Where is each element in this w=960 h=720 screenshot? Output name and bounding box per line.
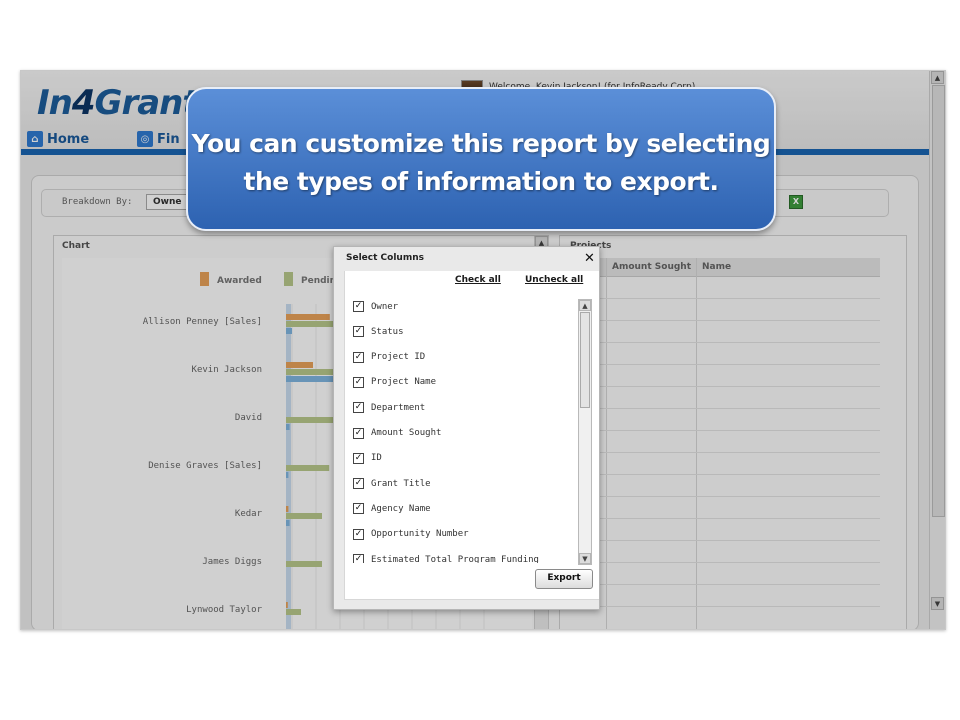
column-option-label: Owner	[371, 301, 399, 312]
callout-text: You can customize this report by selecti…	[188, 125, 774, 201]
checkbox[interactable]: ✓	[353, 326, 364, 338]
column-option[interactable]: ✓ Department	[353, 402, 426, 414]
uncheck-all-link[interactable]: Uncheck all	[525, 275, 583, 285]
checkbox[interactable]: ✓	[353, 376, 364, 388]
column-option-label: Grant Title	[371, 478, 431, 489]
checkbox[interactable]: ✓	[353, 402, 364, 414]
checklist-scrollbar[interactable]: ▲ ▼	[578, 299, 592, 565]
checklist-scroll-thumb[interactable]	[580, 312, 590, 408]
column-option[interactable]: ✓ ID	[353, 452, 382, 464]
column-option-label: Opportunity Number	[371, 529, 469, 540]
checkbox[interactable]: ✓	[353, 427, 364, 439]
column-option[interactable]: ✓ Grant Title	[353, 478, 431, 490]
checkbox[interactable]: ✓	[353, 503, 364, 515]
column-option-label: Department	[371, 402, 426, 413]
callout-line-2: the types of information to export.	[243, 167, 719, 196]
select-columns-dialog: Select Columns ✕ Check all Uncheck all ✓…	[333, 246, 600, 610]
column-option[interactable]: ✓ Project ID	[353, 351, 426, 363]
column-option-label: ID	[371, 453, 382, 464]
column-option-label: Project Name	[371, 377, 437, 388]
tutorial-callout: You can customize this report by selecti…	[186, 87, 776, 231]
column-option[interactable]: ✓ Estimated Total Program Funding	[353, 554, 539, 563]
callout-line-1: You can customize this report by selecti…	[191, 129, 771, 158]
checkbox[interactable]: ✓	[353, 301, 364, 312]
column-option-label: Agency Name	[371, 503, 431, 514]
checkbox[interactable]: ✓	[353, 528, 364, 540]
column-option[interactable]: ✓ Status	[353, 326, 404, 338]
check-all-link[interactable]: Check all	[455, 275, 501, 285]
checkbox[interactable]: ✓	[353, 452, 364, 464]
column-option-label: Amount Sought	[371, 428, 442, 438]
export-button[interactable]: Export	[535, 569, 593, 589]
column-option[interactable]: ✓ Owner	[353, 301, 398, 312]
column-option-label: Estimated Total Program Funding	[371, 554, 539, 564]
column-option[interactable]: ✓ Amount Sought	[353, 427, 442, 439]
checkbox[interactable]: ✓	[353, 478, 364, 490]
checkbox[interactable]: ✓	[353, 554, 364, 563]
column-checklist: ✓ Owner ✓ Status ✓ Project ID ✓ Project Name ✓ De…	[345, 301, 573, 563]
column-option[interactable]: ✓ Opportunity Number	[353, 528, 469, 540]
column-option[interactable]: ✓ Agency Name	[353, 503, 431, 515]
checklist-scroll-up-icon[interactable]: ▲	[579, 300, 591, 311]
checklist-scroll-down-icon[interactable]: ▼	[579, 553, 591, 564]
column-option-label: Status	[371, 326, 404, 337]
column-option[interactable]: ✓ Project Name	[353, 376, 437, 388]
dialog-body: Check all Uncheck all ✓ Owner ✓ Status ✓ Proj…	[344, 271, 599, 600]
close-icon[interactable]: ✕	[584, 251, 595, 266]
checkbox[interactable]: ✓	[353, 351, 364, 363]
dialog-title: Select Columns	[346, 253, 424, 263]
column-option-label: Project ID	[371, 352, 426, 363]
